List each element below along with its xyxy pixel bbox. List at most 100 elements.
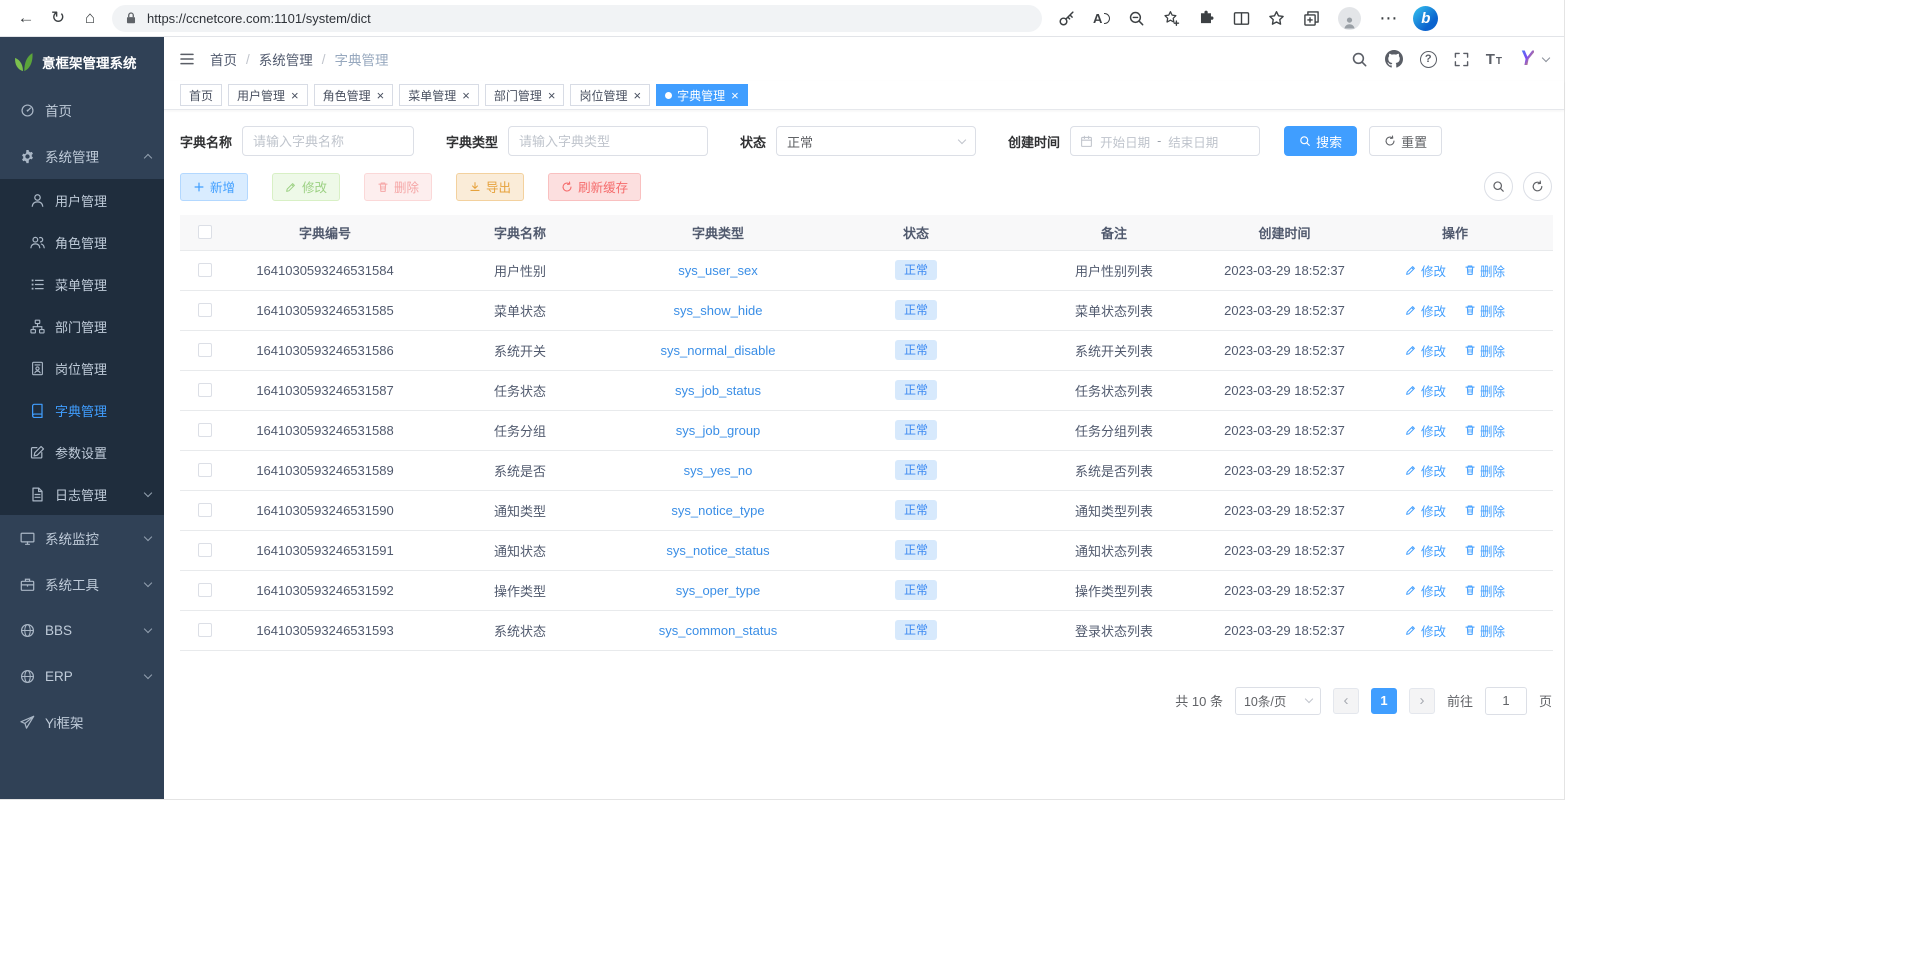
zoom-out-icon[interactable] [1128, 10, 1145, 27]
sidebar-item-monitor[interactable]: 系统监控 [0, 515, 164, 561]
user-avatar-logo[interactable]: Y [1520, 47, 1534, 71]
collections-icon[interactable] [1303, 10, 1320, 27]
row-checkbox[interactable] [198, 423, 212, 437]
close-icon[interactable]: × [548, 89, 556, 102]
extensions-icon[interactable] [1198, 10, 1215, 27]
chevron-down-icon[interactable] [1542, 53, 1550, 61]
row-delete-button[interactable]: 删除 [1464, 541, 1505, 560]
status-select[interactable]: 正常 [776, 126, 976, 156]
sidebar-item-home[interactable]: 首页 [0, 87, 164, 133]
breadcrumb-item[interactable]: 字典管理 [335, 49, 389, 69]
dict-type-link[interactable]: sys_notice_status [666, 543, 769, 558]
row-checkbox[interactable] [198, 263, 212, 277]
row-delete-button[interactable]: 删除 [1464, 501, 1505, 520]
page-size-select[interactable]: 10条/页 [1235, 687, 1321, 715]
dict-type-link[interactable]: sys_normal_disable [661, 343, 776, 358]
row-edit-button[interactable]: 修改 [1405, 301, 1446, 320]
breadcrumb-item[interactable]: 首页 [210, 49, 237, 69]
split-screen-icon[interactable] [1233, 10, 1250, 27]
close-icon[interactable]: × [731, 89, 739, 102]
prev-page-button[interactable]: ‹ [1333, 688, 1359, 714]
refresh-table-button[interactable] [1523, 172, 1552, 201]
browser-refresh-button[interactable]: ↻ [42, 3, 74, 33]
sidebar-item-post[interactable]: 岗位管理 [0, 347, 164, 389]
sidebar-item-tool[interactable]: 系统工具 [0, 561, 164, 607]
row-checkbox[interactable] [198, 583, 212, 597]
dict-type-input[interactable] [508, 126, 708, 156]
dict-type-link[interactable]: sys_yes_no [684, 463, 753, 478]
row-delete-button[interactable]: 删除 [1464, 301, 1505, 320]
select-all-checkbox[interactable] [198, 225, 212, 239]
sidebar-item-erp[interactable]: ERP [0, 653, 164, 699]
sidebar-item-system[interactable]: 系统管理 [0, 133, 164, 179]
browser-home-button[interactable]: ⌂ [74, 3, 106, 33]
dict-name-input[interactable] [242, 126, 414, 156]
sidebar-item-log[interactable]: 日志管理 [0, 473, 164, 515]
dict-type-link[interactable]: sys_show_hide [674, 303, 763, 318]
close-icon[interactable]: × [291, 89, 299, 102]
tab-user[interactable]: 用户管理× [228, 84, 308, 106]
row-checkbox[interactable] [198, 543, 212, 557]
tab-dict[interactable]: 字典管理× [656, 84, 748, 106]
dict-type-link[interactable]: sys_job_status [675, 383, 761, 398]
edit-button[interactable]: 修改 [272, 173, 340, 201]
row-edit-button[interactable]: 修改 [1405, 541, 1446, 560]
dict-type-link[interactable]: sys_user_sex [678, 263, 757, 278]
sidebar-item-dict[interactable]: 字典管理 [0, 389, 164, 431]
date-range-picker[interactable]: 开始日期 - 结束日期 [1070, 126, 1260, 156]
row-checkbox[interactable] [198, 623, 212, 637]
tab-menu[interactable]: 菜单管理× [399, 84, 479, 106]
favorites-icon[interactable] [1268, 10, 1285, 27]
browser-back-button[interactable]: ← [10, 3, 42, 33]
help-icon[interactable]: ? [1420, 51, 1437, 68]
tab-dept[interactable]: 部门管理× [485, 84, 565, 106]
reset-button[interactable]: 重置 [1369, 126, 1442, 156]
address-bar[interactable]: https://ccnetcore.com:1101/system/dict [112, 5, 1042, 32]
row-edit-button[interactable]: 修改 [1405, 621, 1446, 640]
next-page-button[interactable]: › [1409, 688, 1435, 714]
row-edit-button[interactable]: 修改 [1405, 421, 1446, 440]
dict-type-link[interactable]: sys_notice_type [671, 503, 764, 518]
sidebar-item-menu[interactable]: 菜单管理 [0, 263, 164, 305]
read-aloud-icon[interactable]: A [1093, 11, 1110, 26]
bing-button[interactable]: b [1413, 6, 1438, 31]
row-edit-button[interactable]: 修改 [1405, 581, 1446, 600]
fullscreen-icon[interactable] [1454, 52, 1469, 67]
delete-button[interactable]: 删除 [364, 173, 432, 201]
row-checkbox[interactable] [198, 383, 212, 397]
goto-page-input[interactable] [1485, 687, 1527, 715]
row-edit-button[interactable]: 修改 [1405, 341, 1446, 360]
tab-home[interactable]: 首页 [180, 84, 222, 106]
tab-post[interactable]: 岗位管理× [570, 84, 650, 106]
sidebar-item-yi[interactable]: Yi框架 [0, 699, 164, 745]
browser-profile-avatar[interactable] [1338, 7, 1361, 30]
close-icon[interactable]: × [462, 89, 470, 102]
row-delete-button[interactable]: 删除 [1464, 261, 1505, 280]
sidebar-item-user[interactable]: 用户管理 [0, 179, 164, 221]
sidebar-item-role[interactable]: 角色管理 [0, 221, 164, 263]
tab-role[interactable]: 角色管理× [314, 84, 394, 106]
refresh-cache-button[interactable]: 刷新缓存 [548, 173, 641, 201]
font-size-icon[interactable]: TT [1486, 51, 1503, 68]
row-delete-button[interactable]: 删除 [1464, 341, 1505, 360]
page-number-button[interactable]: 1 [1371, 688, 1397, 714]
sidebar-item-bbs[interactable]: BBS [0, 607, 164, 653]
row-checkbox[interactable] [198, 463, 212, 477]
header-search-icon[interactable] [1351, 51, 1368, 68]
sidebar-item-config[interactable]: 参数设置 [0, 431, 164, 473]
row-edit-button[interactable]: 修改 [1405, 261, 1446, 280]
row-checkbox[interactable] [198, 503, 212, 517]
row-edit-button[interactable]: 修改 [1405, 381, 1446, 400]
row-delete-button[interactable]: 删除 [1464, 381, 1505, 400]
dict-type-link[interactable]: sys_oper_type [676, 583, 761, 598]
github-icon[interactable] [1385, 50, 1403, 68]
toggle-search-button[interactable] [1484, 172, 1513, 201]
row-delete-button[interactable]: 删除 [1464, 621, 1505, 640]
row-delete-button[interactable]: 删除 [1464, 581, 1505, 600]
row-edit-button[interactable]: 修改 [1405, 461, 1446, 480]
sidebar-toggle-icon[interactable] [179, 51, 195, 67]
row-delete-button[interactable]: 删除 [1464, 461, 1505, 480]
row-delete-button[interactable]: 删除 [1464, 421, 1505, 440]
row-checkbox[interactable] [198, 303, 212, 317]
breadcrumb-item[interactable]: 系统管理 [259, 49, 313, 69]
